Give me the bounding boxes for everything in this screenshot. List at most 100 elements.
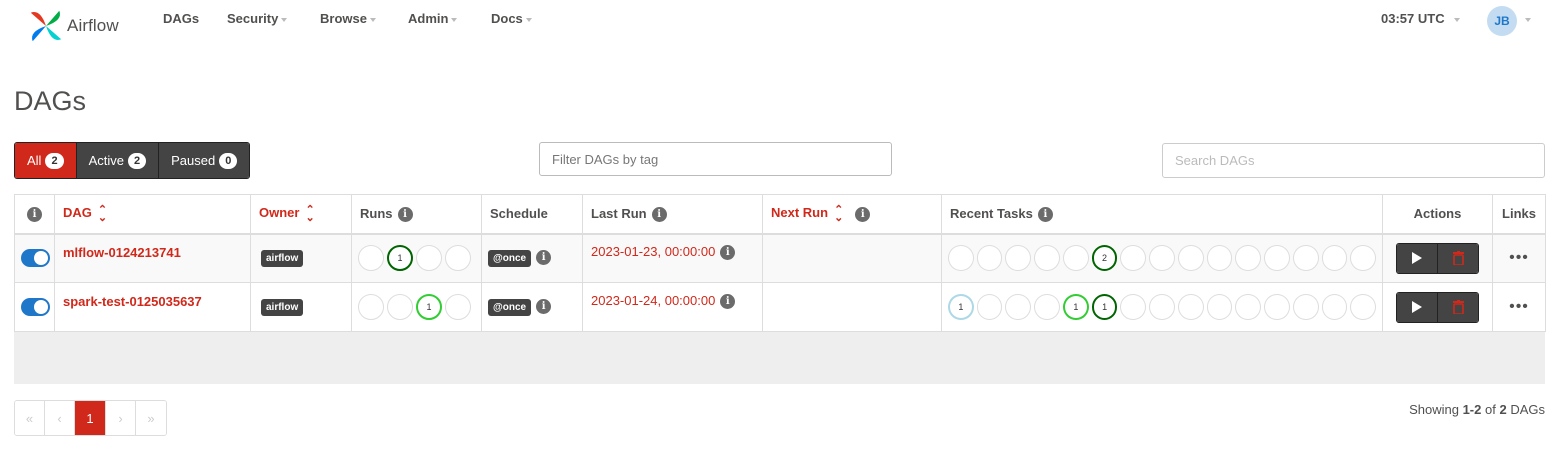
empty-status-circle[interactable] — [1062, 245, 1089, 272]
trigger-dag-button[interactable] — [1397, 243, 1437, 273]
info-icon[interactable]: i — [536, 299, 552, 315]
empty-status-circle[interactable] — [1034, 294, 1060, 320]
schedule-badge[interactable]: @once — [488, 250, 532, 268]
header-dag[interactable]: DAG ⌃ ⌄ — [54, 194, 251, 235]
trigger-dag-button[interactable] — [1397, 292, 1437, 322]
page-first-button[interactable]: « — [15, 401, 45, 435]
empty-status-circle[interactable] — [1177, 294, 1204, 320]
empty-status-circle[interactable] — [416, 245, 442, 272]
header-owner[interactable]: Owner ⌃ ⌄ — [250, 194, 352, 235]
info-icon[interactable]: i — [651, 206, 667, 222]
recent-tasks-circles: 111 — [948, 294, 1377, 320]
header-recent-tasks: Recent Tasks i — [941, 194, 1383, 235]
brand-text: Airflow — [67, 16, 119, 35]
info-icon[interactable]: i — [720, 245, 736, 261]
empty-status-circle[interactable] — [1206, 245, 1233, 272]
empty-status-circle[interactable] — [1235, 245, 1262, 272]
info-icon[interactable]: i — [1037, 206, 1053, 222]
empty-status-circle[interactable] — [1005, 294, 1032, 320]
empty-status-circle[interactable] — [948, 245, 974, 272]
running-status-circle[interactable]: 1 — [1062, 294, 1089, 320]
pagination: « ‹ 1 › » — [14, 400, 167, 436]
pause-toggle[interactable] — [21, 298, 50, 316]
page-next-button[interactable]: › — [106, 401, 136, 435]
page-last-button[interactable]: » — [136, 401, 166, 435]
schedule-badge[interactable]: @once — [488, 299, 532, 316]
brand-link[interactable]: Airflow — [27, 6, 119, 46]
count-badge: 0 — [219, 152, 238, 169]
info-icon[interactable]: i — [397, 206, 413, 222]
search-dags-input[interactable]: Search DAGs — [1162, 143, 1545, 178]
pause-toggle[interactable] — [21, 249, 50, 268]
play-icon — [1412, 301, 1422, 313]
success-status-circle[interactable]: 2 — [1091, 245, 1118, 272]
delete-dag-button[interactable] — [1437, 292, 1478, 322]
filter-active-button[interactable]: Active 2 — [76, 143, 160, 178]
user-avatar[interactable]: JB — [1487, 6, 1517, 36]
trash-icon — [1452, 251, 1464, 266]
dags-table: i DAG ⌃ ⌄ Owner ⌃ ⌄ Runs i Schedule Last Run i… — [14, 194, 1546, 332]
dag-link[interactable]: mlflow-0124213741 — [63, 245, 181, 260]
sort-icon: ⌃ ⌄ — [305, 204, 315, 225]
success-status-circle[interactable]: 1 — [387, 245, 413, 272]
last-run-date[interactable]: 2023-01-24, 00:00:00 — [591, 293, 715, 308]
page-current-button[interactable]: 1 — [75, 401, 106, 435]
chevron-down-icon — [1454, 17, 1461, 22]
empty-status-circle[interactable] — [358, 245, 384, 272]
filter-paused-button[interactable]: Paused 0 — [159, 143, 250, 178]
empty-status-circle[interactable] — [1177, 245, 1204, 272]
empty-status-circle[interactable] — [358, 294, 384, 320]
header-runs: Runs i — [351, 194, 482, 235]
header-next-run[interactable]: Next Run ⌃ ⌄ i — [762, 194, 942, 235]
dag-link[interactable]: spark-test-0125035637 — [63, 294, 202, 309]
empty-status-circle[interactable] — [1149, 294, 1175, 320]
delete-dag-button[interactable] — [1437, 243, 1478, 273]
nav-docs[interactable]: Docs — [491, 11, 532, 26]
info-icon[interactable]: i — [27, 206, 42, 222]
empty-status-circle[interactable] — [387, 294, 413, 320]
success-status-circle[interactable]: 1 — [1091, 294, 1118, 320]
running-status-circle[interactable]: 1 — [416, 294, 442, 320]
nav-admin[interactable]: Admin — [408, 11, 458, 26]
empty-status-circle[interactable] — [1005, 245, 1032, 272]
empty-status-circle[interactable] — [1321, 245, 1348, 272]
empty-status-circle[interactable] — [1120, 245, 1147, 272]
empty-status-circle[interactable] — [445, 245, 471, 272]
empty-status-circle[interactable] — [1034, 245, 1060, 272]
header-links: Links — [1492, 194, 1546, 235]
empty-status-circle[interactable] — [445, 294, 471, 320]
info-icon[interactable]: i — [536, 250, 552, 266]
nav-browse[interactable]: Browse — [320, 11, 376, 26]
clock-menu[interactable]: 03:57 UTC — [1381, 11, 1461, 26]
empty-status-circle[interactable] — [1321, 294, 1348, 320]
empty-status-circle[interactable] — [976, 245, 1003, 272]
empty-status-circle[interactable] — [1292, 245, 1319, 272]
count-badge: 2 — [127, 152, 147, 169]
empty-status-circle[interactable] — [1120, 294, 1147, 320]
queued-status-circle[interactable]: 1 — [948, 294, 974, 320]
info-icon[interactable]: i — [855, 206, 871, 222]
empty-status-circle[interactable] — [1264, 294, 1290, 320]
empty-status-circle[interactable] — [1292, 294, 1319, 320]
empty-status-circle[interactable] — [1235, 294, 1262, 320]
runs-circles: 1 — [358, 245, 475, 272]
actions-group — [1396, 291, 1479, 323]
nav-security[interactable]: Security — [227, 11, 288, 26]
info-icon[interactable]: i — [720, 294, 736, 310]
chevron-down-icon — [369, 17, 376, 22]
owner-badge[interactable]: airflow — [261, 299, 304, 316]
empty-status-circle[interactable] — [1350, 245, 1377, 272]
empty-status-circle[interactable] — [1350, 294, 1377, 320]
page-prev-button[interactable]: ‹ — [45, 401, 75, 435]
ellipsis-icon[interactable]: ••• — [1499, 249, 1539, 267]
filter-all-button[interactable]: All 2 — [15, 143, 77, 178]
owner-badge[interactable]: airflow — [261, 250, 304, 268]
tag-filter-input[interactable]: Filter DAGs by tag — [539, 142, 892, 176]
empty-status-circle[interactable] — [976, 294, 1003, 320]
last-run-date[interactable]: 2023-01-23, 00:00:00 — [591, 244, 715, 259]
nav-dags[interactable]: DAGs — [163, 11, 199, 26]
ellipsis-icon[interactable]: ••• — [1499, 298, 1539, 316]
empty-status-circle[interactable] — [1149, 245, 1175, 272]
empty-status-circle[interactable] — [1264, 245, 1290, 272]
empty-status-circle[interactable] — [1206, 294, 1233, 320]
